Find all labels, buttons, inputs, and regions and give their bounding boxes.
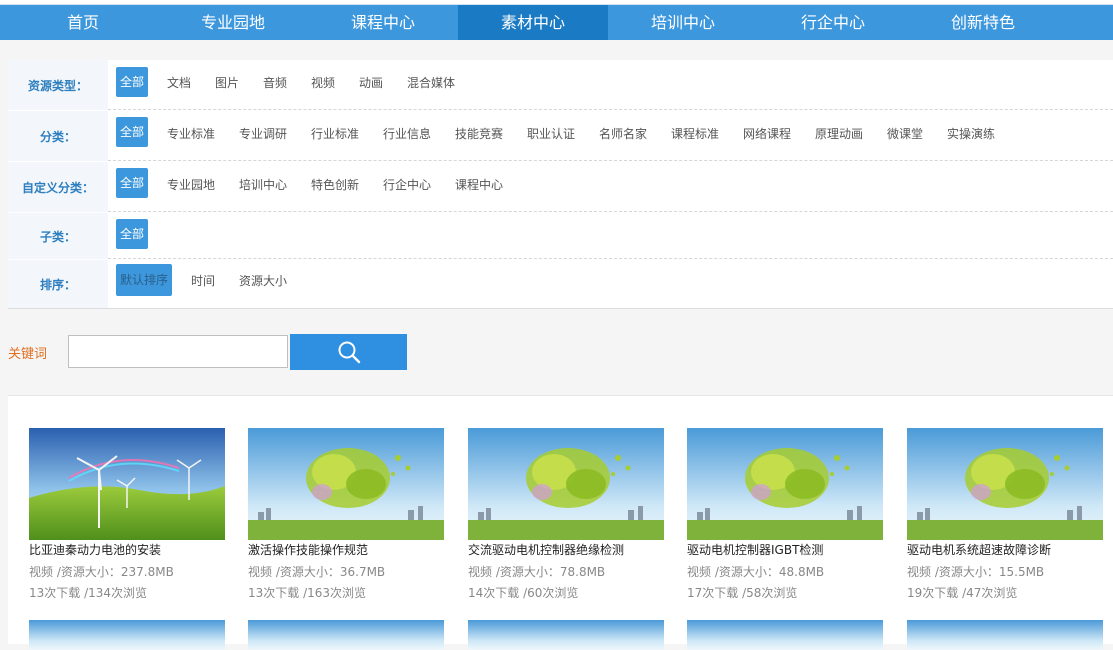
filter-option[interactable]: 音频 — [263, 74, 287, 91]
thumbnail-partial[interactable] — [687, 620, 883, 650]
filter-label: 排序： — [8, 260, 108, 308]
filter-option[interactable]: 专业园地 — [167, 176, 215, 193]
thumbnail-green-leaves[interactable] — [907, 428, 1103, 540]
resource-title[interactable]: 比亚迪秦动力电池的安装 — [29, 541, 161, 558]
thumbnail-green-leaves[interactable] — [687, 428, 883, 540]
filter-option[interactable]: 行企中心 — [383, 176, 431, 193]
nav-major-garden[interactable]: 专业园地 — [158, 5, 308, 40]
filter-row-resource-type: 资源类型： 全部 文档 图片 音频 视频 动画 混合媒体 — [8, 60, 1113, 110]
filter-option[interactable]: 原理动画 — [815, 125, 863, 142]
filter-option-all[interactable]: 全部 — [116, 117, 148, 147]
nav-home[interactable]: 首页 — [8, 5, 158, 40]
filter-option[interactable]: 行业标准 — [311, 125, 359, 142]
filter-option-all[interactable]: 全部 — [116, 219, 148, 249]
filter-option[interactable]: 培训中心 — [239, 176, 287, 193]
resource-stats: 17次下载 /58次浏览 — [687, 586, 798, 600]
filter-option[interactable]: 特色创新 — [311, 176, 359, 193]
resource-stats: 14次下载 /60次浏览 — [468, 586, 579, 600]
divider — [108, 109, 1113, 110]
resource-card[interactable]: 驱动电机系统超速故障诊断 视频 /资源大小：15.5MB 19次下载 /47次浏… — [907, 428, 1103, 600]
filter-option[interactable]: 文档 — [167, 74, 191, 91]
nav-material-center[interactable]: 素材中心 — [458, 5, 608, 40]
thumbnail-green-leaves[interactable] — [468, 428, 664, 540]
thumbnail-partial[interactable] — [907, 620, 1103, 650]
filter-label: 分类： — [8, 111, 108, 161]
resource-card[interactable]: 驱动电机控制器IGBT检测 视频 /资源大小：48.8MB 17次下载 /58次… — [687, 428, 883, 600]
nav-industry-center[interactable]: 行企中心 — [758, 5, 908, 40]
filter-option[interactable]: 课程标准 — [671, 125, 719, 142]
filter-option[interactable]: 专业标准 — [167, 125, 215, 142]
filter-label: 子类： — [8, 213, 108, 259]
resource-meta: 视频 /资源大小：237.8MB — [29, 565, 174, 579]
filter-option[interactable]: 图片 — [215, 74, 239, 91]
thumbnail-partial[interactable] — [29, 620, 225, 650]
nav-training-center[interactable]: 培训中心 — [608, 5, 758, 40]
resource-card[interactable]: 比亚迪秦动力电池的安装 视频 /资源大小：237.8MB 13次下载 /134次… — [29, 428, 225, 600]
filter-option[interactable]: 实操演练 — [947, 125, 995, 142]
resource-title[interactable]: 驱动电机控制器IGBT检测 — [687, 541, 823, 558]
nav-innovation[interactable]: 创新特色 — [908, 5, 1058, 40]
divider — [108, 160, 1113, 161]
divider — [108, 258, 1113, 259]
keyword-label: 关键词 — [8, 347, 48, 362]
main-nav: 首页 专业园地 课程中心 素材中心 培训中心 行企中心 创新特色 后 — [0, 5, 1113, 40]
divider — [108, 211, 1113, 212]
filter-option[interactable]: 职业认证 — [527, 125, 575, 142]
filter-option-all[interactable]: 全部 — [116, 168, 148, 198]
thumbnail-green-leaves[interactable] — [248, 428, 444, 540]
filter-option[interactable]: 视频 — [311, 74, 335, 91]
filter-option[interactable]: 课程中心 — [455, 176, 503, 193]
thumbnail-partial[interactable] — [248, 620, 444, 650]
resource-stats: 13次下载 /163次浏览 — [248, 586, 367, 600]
nav-more[interactable]: 后 — [1058, 5, 1113, 40]
resource-meta: 视频 /资源大小：78.8MB — [468, 565, 606, 579]
filter-option[interactable]: 动画 — [359, 74, 383, 91]
resource-card[interactable]: 激活操作技能操作规范 视频 /资源大小：36.7MB 13次下载 /163次浏览 — [248, 428, 444, 600]
resource-title[interactable]: 交流驱动电机控制器绝缘检测 — [468, 541, 624, 558]
resource-meta: 视频 /资源大小：36.7MB — [248, 565, 386, 579]
resource-card[interactable]: 交流驱动电机控制器绝缘检测 视频 /资源大小：78.8MB 14次下载 /60次… — [468, 428, 664, 600]
filter-row-custom-category: 自定义分类： 全部 专业园地 培训中心 特色创新 行企中心 课程中心 — [8, 162, 1113, 212]
search-icon — [338, 341, 360, 364]
filter-option[interactable]: 混合媒体 — [407, 74, 455, 91]
filter-panel: 资源类型： 全部 文档 图片 音频 视频 动画 混合媒体 分类： 全部 专业标准… — [8, 60, 1113, 309]
sort-option-default[interactable]: 默认排序 — [116, 264, 172, 296]
results-grid: 比亚迪秦动力电池的安装 视频 /资源大小：237.8MB 13次下载 /134次… — [8, 395, 1113, 650]
filter-row-sort: 排序： 默认排序 时间 资源大小 — [8, 260, 1113, 308]
filter-option[interactable]: 技能竞赛 — [455, 125, 503, 142]
resource-title[interactable]: 驱动电机系统超速故障诊断 — [907, 541, 1051, 558]
resource-stats: 13次下载 /134次浏览 — [29, 586, 148, 600]
filter-row-category: 分类： 全部 专业标准 专业调研 行业标准 行业信息 技能竞赛 职业认证 名师名… — [8, 111, 1113, 161]
filter-label: 自定义分类： — [8, 162, 108, 212]
filter-option[interactable]: 名师名家 — [599, 125, 647, 142]
filter-option[interactable]: 专业调研 — [239, 125, 287, 142]
resource-title[interactable]: 激活操作技能操作规范 — [248, 541, 368, 558]
filter-label: 资源类型： — [8, 60, 108, 110]
filter-option-all[interactable]: 全部 — [116, 67, 148, 97]
thumbnail-wind-turbines[interactable] — [29, 428, 225, 540]
sort-option-size[interactable]: 资源大小 — [239, 272, 287, 289]
sort-option-time[interactable]: 时间 — [191, 272, 215, 289]
filter-option[interactable]: 网络课程 — [743, 125, 791, 142]
nav-course-center[interactable]: 课程中心 — [308, 5, 458, 40]
resource-meta: 视频 /资源大小：48.8MB — [687, 565, 825, 579]
filter-option[interactable]: 行业信息 — [383, 125, 431, 142]
filter-option[interactable]: 微课堂 — [887, 125, 923, 142]
resource-stats: 19次下载 /47次浏览 — [907, 586, 1018, 600]
filter-row-subclass: 子类： 全部 — [8, 213, 1113, 259]
thumbnail-partial[interactable] — [468, 620, 664, 650]
resource-meta: 视频 /资源大小：15.5MB — [907, 565, 1045, 579]
search-button[interactable] — [290, 334, 407, 370]
keyword-input[interactable] — [68, 335, 288, 368]
